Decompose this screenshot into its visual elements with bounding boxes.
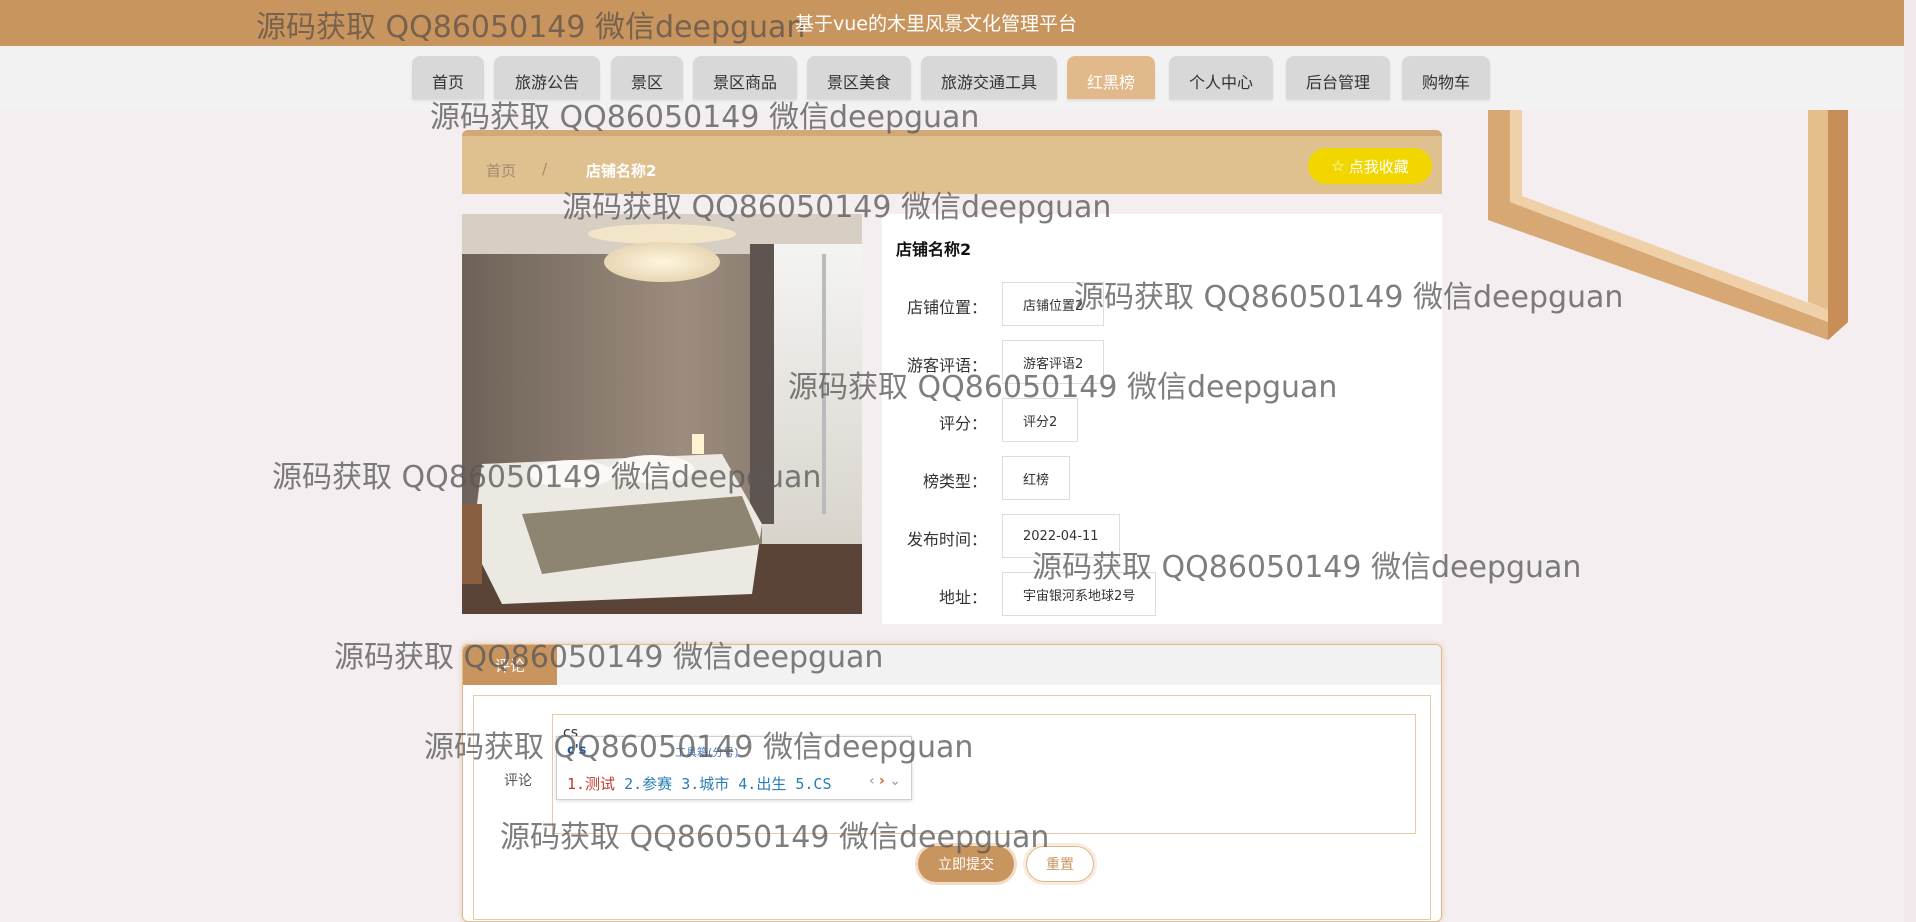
breadcrumb-accent-line (462, 130, 1442, 136)
ime-candidate[interactable]: 4.出生 (738, 775, 786, 793)
field-value: 店铺位置2 (1002, 282, 1105, 326)
field-address: 地址： 宇宙银河系地球2号 (882, 572, 1442, 618)
nav-item-label: 后台管理 (1305, 73, 1370, 92)
main-nav: 首页 旅游公告 景区 景区商品 景区美食 旅游交通工具 红黑榜 个人中心 后台管… (0, 46, 1916, 110)
ime-candidates: 1.测试 2.参赛 3.城市 4.出生 5.CS (567, 773, 832, 794)
field-location: 店铺位置： 店铺位置2 (882, 282, 1442, 328)
shop-detail-panel: 店铺名称2 店铺位置： 店铺位置2 游客评语： 游客评语2 评分： 评分2 榜类… (882, 214, 1442, 624)
ime-candidate-window: c's 工具箱(分号) 1.测试 2.参赛 3.城市 4.出生 5.CS ‹ ›… (556, 736, 912, 800)
nav-item-label: 景区 (630, 73, 663, 92)
favorite-button-label: 点我收藏 (1348, 157, 1409, 176)
ime-page-arrows[interactable]: ‹ › ⌄ (869, 773, 901, 789)
comment-label: 评论 (504, 773, 532, 789)
field-label: 游客评语： (906, 356, 987, 375)
field-list-type: 榜类型： 红榜 (882, 456, 1442, 502)
field-label: 发布时间： (906, 530, 987, 549)
shop-photo (462, 214, 862, 614)
nav-item-goods[interactable]: 景区商品 (693, 56, 797, 99)
decorative-frame (1488, 110, 1848, 340)
field-publish-time: 发布时间： 2022-04-11 (882, 514, 1442, 560)
nav-item-admin[interactable]: 后台管理 (1286, 56, 1390, 99)
field-label: 榜类型： (922, 472, 987, 491)
breadcrumb-home-link[interactable]: 首页 (486, 160, 516, 181)
nav-item-label: 景区美食 (826, 73, 891, 92)
nav-item-label: 红黑榜 (1086, 73, 1135, 92)
field-value: 游客评语2 (1002, 340, 1105, 384)
nav-item-label: 个人中心 (1188, 73, 1253, 92)
reset-button[interactable]: 重置 (1026, 846, 1094, 882)
nav-item-scenic-spots[interactable]: 景区 (611, 56, 683, 99)
nav-item-label: 景区商品 (712, 73, 777, 92)
submit-button[interactable]: 立即提交 (918, 846, 1014, 882)
page-scrollbar[interactable] (1904, 0, 1916, 922)
breadcrumb-current: 店铺名称2 (586, 162, 657, 180)
field-label: 店铺位置： (906, 298, 987, 317)
field-value: 2022-04-11 (1002, 514, 1120, 558)
nav-item-label: 购物车 (1421, 73, 1470, 92)
nav-item-announcements[interactable]: 旅游公告 (494, 56, 600, 99)
field-visitor-review: 游客评语： 游客评语2 (882, 340, 1442, 386)
nav-item-home[interactable]: 首页 (412, 56, 484, 99)
nav-item-personal-center[interactable]: 个人中心 (1169, 56, 1273, 99)
field-value: 红榜 (1002, 456, 1071, 500)
field-label: 评分： (938, 414, 987, 433)
top-header: 源码获取 QQ86050149 微信deepguan 基于vue的木里风景文化管… (0, 0, 1916, 46)
comment-form: 评论 cs (473, 695, 1431, 920)
nav-item-label: 旅游公告 (514, 73, 579, 92)
star-icon: ☆ (1331, 157, 1345, 175)
field-rating: 评分： 评分2 (882, 398, 1442, 444)
ime-candidate[interactable]: 3.城市 (681, 775, 729, 793)
ime-candidate[interactable]: 5.CS (795, 775, 831, 793)
header-watermark: 源码获取 QQ86050149 微信deepguan (256, 10, 806, 45)
nav-item-cart[interactable]: 购物车 (1402, 56, 1490, 99)
nav-item-red-black-list[interactable]: 红黑榜 (1067, 56, 1155, 99)
shop-name: 店铺名称2 (896, 240, 972, 259)
field-label: 地址： (938, 588, 987, 607)
nav-item-label: 旅游交通工具 (940, 73, 1037, 92)
ime-pinyin: c's (567, 743, 587, 758)
comment-tabs: 评论 (463, 645, 1441, 685)
field-value: 评分2 (1002, 398, 1079, 442)
ime-toolbox[interactable]: 工具箱(分号) (675, 744, 739, 760)
ime-candidate[interactable]: 1.测试 (567, 775, 615, 793)
breadcrumb-separator: / (542, 160, 548, 178)
site-title: 基于vue的木里风景文化管理平台 (795, 13, 1077, 35)
favorite-button[interactable]: ☆ 点我收藏 (1308, 148, 1432, 184)
ime-candidate[interactable]: 2.参赛 (624, 775, 672, 793)
breadcrumb: 首页 / 店铺名称2 ☆ 点我收藏 (462, 130, 1442, 194)
field-value: 宇宙银河系地球2号 (1002, 572, 1157, 616)
nav-item-transport[interactable]: 旅游交通工具 (921, 56, 1057, 99)
tab-comment[interactable]: 评论 (463, 645, 557, 685)
nav-item-label: 首页 (431, 73, 464, 92)
nav-item-food[interactable]: 景区美食 (807, 56, 911, 99)
